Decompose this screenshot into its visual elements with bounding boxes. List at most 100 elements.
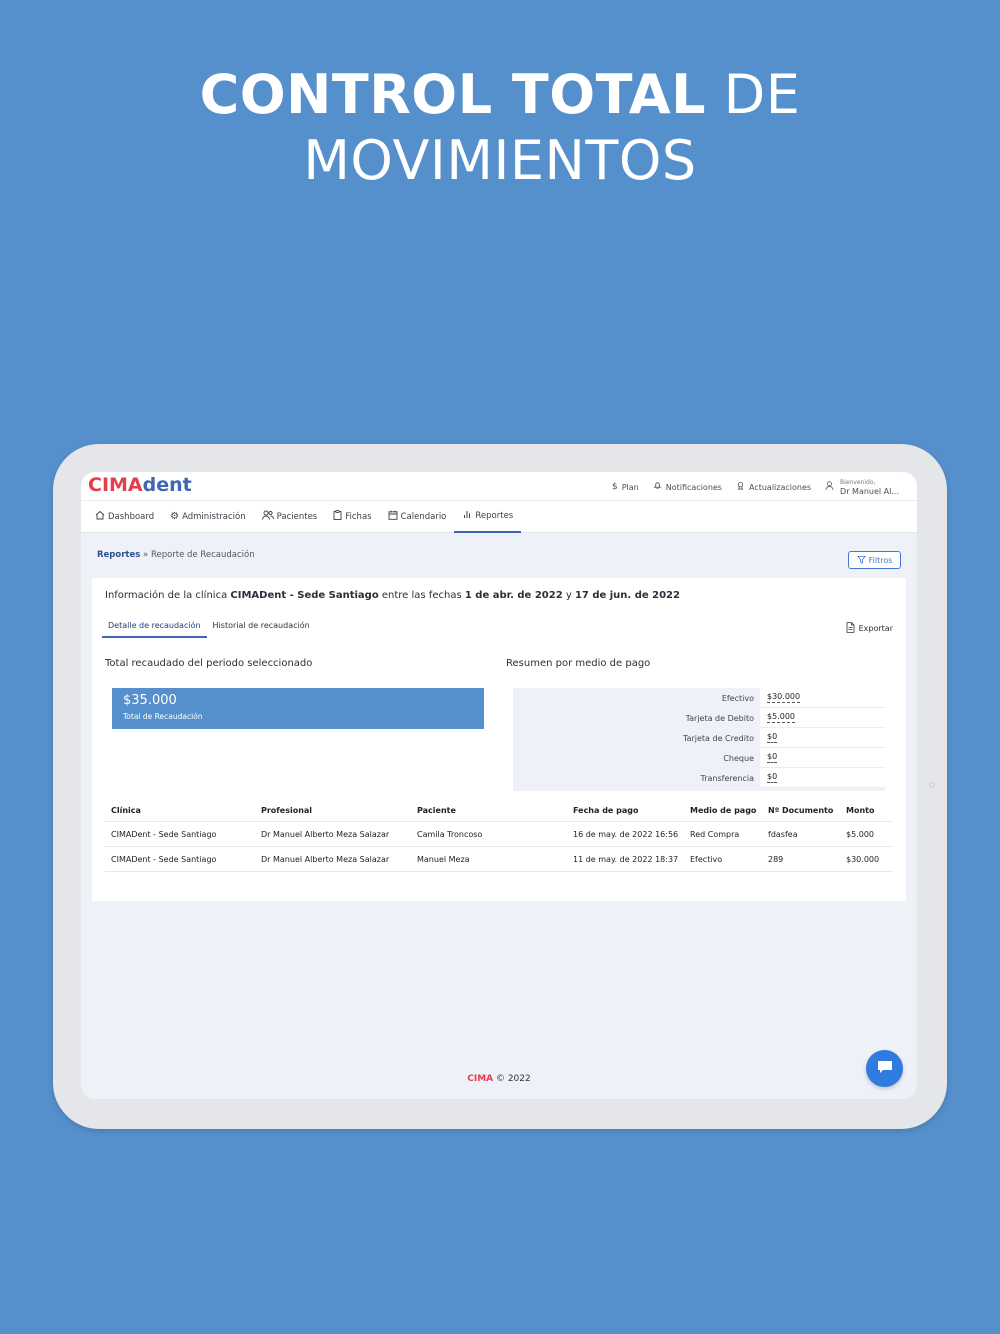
chat-icon xyxy=(877,1059,893,1078)
breadcrumb-root[interactable]: Reportes xyxy=(97,550,140,560)
summary-amount[interactable]: $0 xyxy=(767,772,778,783)
col-clinic[interactable]: Clínica xyxy=(105,806,261,815)
table-row[interactable]: CIMADent - Sede Santiago Dr Manuel Alber… xyxy=(105,822,893,847)
export-button[interactable]: Exportar xyxy=(846,622,893,635)
headline-line2: MOVIMIENTOS xyxy=(303,129,697,192)
updates-link[interactable]: Actualizaciones xyxy=(736,481,811,493)
cell-date: 11 de may. de 2022 18:37 xyxy=(573,854,679,864)
col-method[interactable]: Medio de pago xyxy=(690,806,768,815)
tablet-camera xyxy=(929,782,935,788)
nav-reports[interactable]: Reportes xyxy=(454,501,522,533)
cell-patient: Manuel Meza xyxy=(417,854,470,864)
plan-link[interactable]: $ Plan xyxy=(612,482,639,492)
nav-calendar[interactable]: Calendario xyxy=(380,501,455,533)
summary-section-title: Resumen por medio de pago xyxy=(506,658,651,669)
info-prefix: Información de la clínica xyxy=(105,590,231,601)
cell-amount: $5.000 xyxy=(846,829,874,839)
cell-document: fdasfea xyxy=(768,829,798,839)
summary-row: Cheque $0 xyxy=(513,748,885,768)
payment-summary: Efectivo $30.000 Tarjeta de Debito $5.000 … xyxy=(513,688,885,791)
col-patient[interactable]: Paciente xyxy=(417,806,573,815)
headline: CONTROL TOTAL DE MOVIMIENTOS xyxy=(0,62,1000,194)
cell-patient: Camila Troncoso xyxy=(417,829,483,839)
plan-label: Plan xyxy=(621,482,639,492)
col-professional[interactable]: Profesional xyxy=(261,806,417,815)
cell-method: Red Compra xyxy=(690,829,740,839)
tab-history[interactable]: Historial de recaudación xyxy=(207,618,316,638)
tablet-frame: CIMAdent $ Plan Notificaciones Actualizac… xyxy=(53,444,947,1129)
report-card: Información de la clínica CIMADent - Sed… xyxy=(92,578,906,901)
nav-dashboard[interactable]: Dashboard xyxy=(87,501,162,533)
cell-clinic: CIMADent - Sede Santiago xyxy=(111,854,217,864)
summary-method: Tarjeta de Credito xyxy=(683,733,754,743)
updates-label: Actualizaciones xyxy=(748,482,812,492)
cell-amount: $30.000 xyxy=(846,854,880,864)
breadcrumb-current: Reporte de Recaudación xyxy=(150,550,255,560)
notifications-link[interactable]: Notificaciones xyxy=(653,481,722,493)
nav-patients-label: Pacientes xyxy=(276,511,318,522)
summary-amount-cell: $5.000 xyxy=(760,708,885,728)
nav-reports-label: Reportes xyxy=(475,510,514,521)
footer: CIMA © 2022 xyxy=(81,1074,917,1084)
headline-bold: CONTROL TOTAL xyxy=(199,63,706,126)
cell-method: Efectivo xyxy=(690,854,723,864)
summary-method: Cheque xyxy=(723,753,754,763)
nav-patients[interactable]: Pacientes xyxy=(254,501,326,533)
export-label: Exportar xyxy=(858,624,893,633)
nav-records-label: Fichas xyxy=(345,511,372,522)
top-bar: CIMAdent $ Plan Notificaciones Actualizac… xyxy=(81,472,917,501)
cell-professional: Dr Manuel Alberto Meza Salazar xyxy=(261,829,390,839)
cell-clinic: CIMADent - Sede Santiago xyxy=(111,829,217,839)
breadcrumb: Reportes » Reporte de Recaudación xyxy=(97,550,255,560)
logo-blue: dent xyxy=(142,474,192,496)
app-logo[interactable]: CIMAdent xyxy=(88,474,192,496)
summary-method: Tarjeta de Debito xyxy=(685,713,754,723)
summary-amount[interactable]: $0 xyxy=(767,732,778,743)
nav-admin[interactable]: ⚙ Administración xyxy=(162,501,254,533)
footer-brand: CIMA xyxy=(467,1074,494,1084)
filter-icon xyxy=(856,555,866,566)
summary-amount-cell: $30.000 xyxy=(760,688,885,708)
dollar-icon: $ xyxy=(611,482,618,492)
total-amount: $35.000 xyxy=(123,693,177,708)
nav-records[interactable]: Fichas xyxy=(325,501,379,533)
bar-chart-icon xyxy=(462,509,472,522)
total-box: $35.000 Total de Recaudación xyxy=(112,688,484,729)
user-menu[interactable]: Bienvenido, Dr Manuel Al... xyxy=(825,478,899,496)
summary-method: Efectivo xyxy=(721,693,754,703)
cell-date: 16 de may. de 2022 16:56 xyxy=(573,829,679,839)
info-and: y xyxy=(562,590,575,601)
col-date[interactable]: Fecha de pago xyxy=(573,806,690,815)
summary-amount-cell: $0 xyxy=(760,768,885,788)
summary-amount-cell: $0 xyxy=(760,748,885,768)
info-mid: entre las fechas xyxy=(378,590,465,601)
headline-light: DE xyxy=(705,63,801,126)
filters-button[interactable]: Filtros xyxy=(848,551,901,569)
summary-row: Tarjeta de Credito $0 xyxy=(513,728,885,748)
summary-method: Transferencia xyxy=(700,773,754,783)
total-label: Total de Recaudación xyxy=(123,712,203,721)
users-icon xyxy=(261,510,274,523)
summary-amount[interactable]: $5.000 xyxy=(767,712,795,723)
summary-row: Tarjeta de Debito $5.000 xyxy=(513,708,885,728)
chat-button[interactable] xyxy=(866,1050,903,1087)
summary-amount[interactable]: $0 xyxy=(767,752,778,763)
table-row[interactable]: CIMADent - Sede Santiago Dr Manuel Alber… xyxy=(105,847,893,872)
cell-document: 289 xyxy=(768,854,784,864)
report-info: Información de la clínica CIMADent - Sed… xyxy=(105,590,680,601)
welcome-text: Bienvenido, xyxy=(840,479,876,486)
nav-admin-label: Administración xyxy=(182,511,246,522)
cell-professional: Dr Manuel Alberto Meza Salazar xyxy=(261,854,390,864)
summary-amount-cell: $0 xyxy=(760,728,885,748)
summary-row: Transferencia $0 xyxy=(513,768,885,788)
tab-detail[interactable]: Detalle de recaudación xyxy=(102,618,207,638)
col-document[interactable]: Nº Documento xyxy=(768,806,846,815)
gear-icon: ⚙ xyxy=(170,511,180,522)
clipboard-icon xyxy=(333,510,342,523)
logo-mid: A xyxy=(127,474,143,496)
col-amount[interactable]: Monto xyxy=(846,806,893,815)
info-from: 1 de abr. de 2022 xyxy=(464,590,563,601)
summary-amount[interactable]: $30.000 xyxy=(767,692,801,703)
nav-dashboard-label: Dashboard xyxy=(108,511,155,522)
document-icon xyxy=(846,622,855,635)
